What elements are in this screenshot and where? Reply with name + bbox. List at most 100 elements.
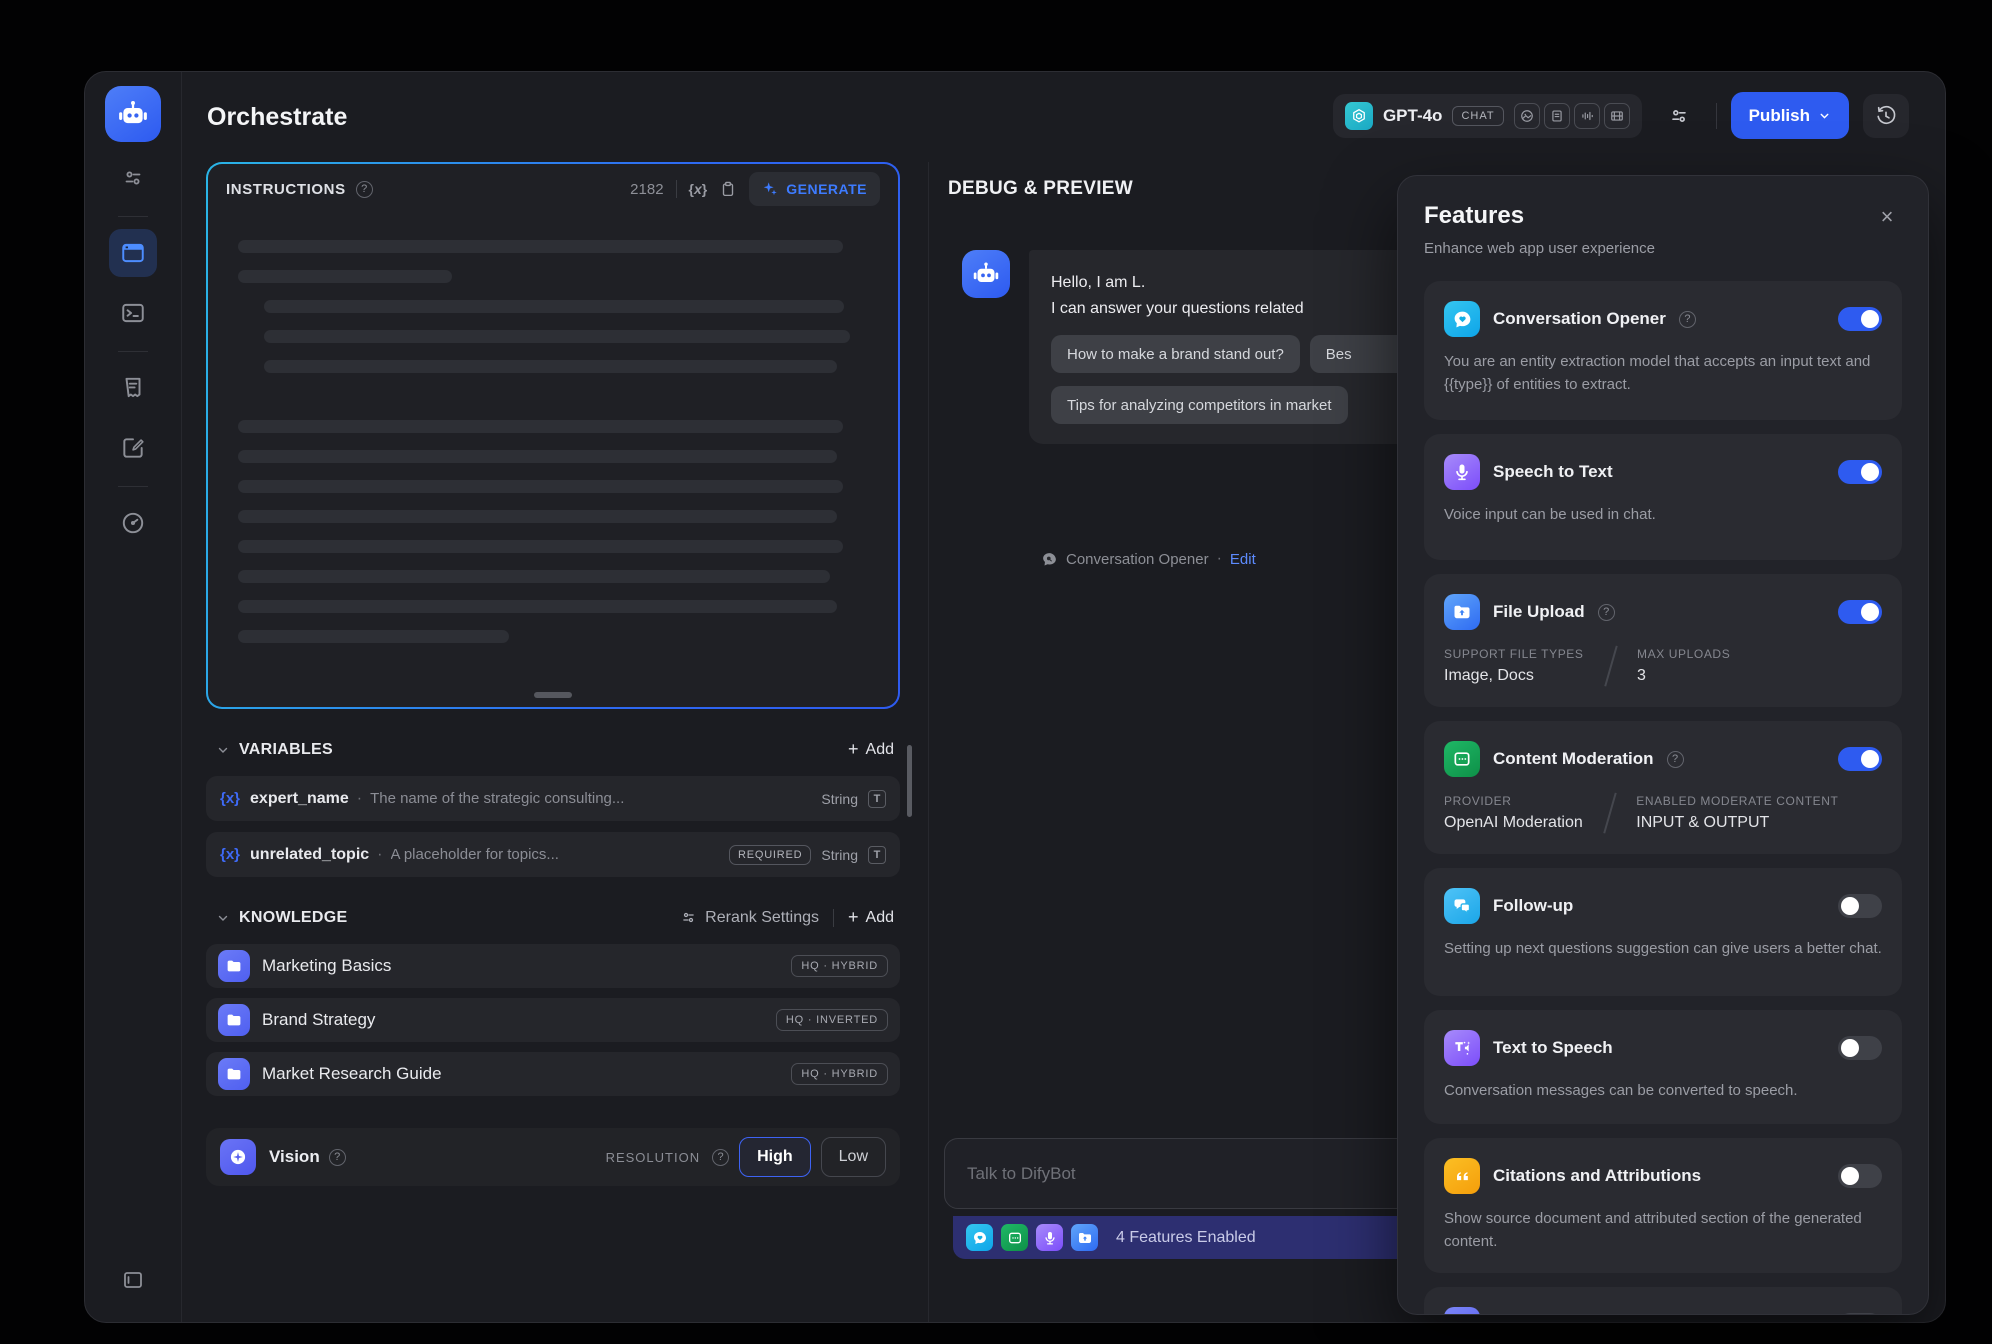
- video-capability-icon: [1604, 103, 1630, 129]
- knowledge-row[interactable]: Brand Strategy HQ · INVERTED: [206, 998, 900, 1042]
- feature-description: You are an entity extraction model that …: [1444, 350, 1882, 396]
- close-icon[interactable]: ×: [1872, 202, 1902, 232]
- chevron-down-icon[interactable]: [216, 743, 230, 757]
- resize-handle[interactable]: [534, 692, 572, 698]
- file-upload-icon: [1444, 594, 1480, 630]
- features-enabled-label: 4 Features Enabled: [1116, 1229, 1256, 1247]
- text-to-speech-toggle[interactable]: [1838, 1036, 1882, 1060]
- skeleton-line: [238, 600, 837, 613]
- feature-description: Show source document and attributed sect…: [1444, 1207, 1882, 1253]
- image-capability-icon: [1514, 103, 1540, 129]
- help-icon[interactable]: [1598, 604, 1615, 621]
- speech-to-text-toggle[interactable]: [1838, 460, 1882, 484]
- generate-button[interactable]: GENERATE: [749, 172, 880, 206]
- resolution-low-button[interactable]: Low: [821, 1137, 886, 1177]
- edit-square-icon: [120, 435, 146, 461]
- chevron-down-icon[interactable]: [216, 911, 230, 925]
- model-mode-badge: CHAT: [1452, 106, 1503, 126]
- conversation-opener-icon: [966, 1224, 993, 1251]
- model-name: GPT-4o: [1383, 106, 1443, 126]
- suggested-question-chip[interactable]: How to make a brand stand out?: [1051, 335, 1300, 373]
- vision-icon: [220, 1139, 256, 1175]
- content-moderation-toggle[interactable]: [1838, 747, 1882, 771]
- scrollbar-thumb[interactable]: [907, 745, 912, 817]
- publish-button[interactable]: Publish: [1731, 92, 1849, 139]
- file-upload-toggle[interactable]: [1838, 600, 1882, 624]
- feature-title: Citations and Attributions: [1493, 1166, 1701, 1186]
- features-panel: Features × Enhance web app user experien…: [1397, 175, 1929, 1315]
- collapse-sidebar-button[interactable]: [109, 1256, 157, 1304]
- history-clock-icon: [1875, 105, 1897, 127]
- knowledge-name: Market Research Guide: [262, 1064, 442, 1084]
- citations-toggle[interactable]: [1838, 1164, 1882, 1188]
- insert-variable-button[interactable]: {x}: [689, 181, 708, 197]
- sidebar-item-annotations[interactable]: [109, 424, 157, 472]
- page-title: Orchestrate: [207, 103, 347, 132]
- sidebar-item-app-preview[interactable]: [109, 229, 157, 277]
- text-type-icon: T: [868, 846, 886, 864]
- openai-logo-icon: [1345, 102, 1373, 130]
- skeleton-line: [238, 630, 509, 643]
- add-label: Add: [866, 741, 894, 759]
- skeleton-line: [264, 360, 837, 373]
- sidebar-item-logs[interactable]: [109, 364, 157, 412]
- rerank-settings-button[interactable]: Rerank Settings: [680, 909, 819, 927]
- knowledge-row[interactable]: Market Research Guide HQ · HYBRID: [206, 1052, 900, 1096]
- add-variable-button[interactable]: +Add: [848, 739, 894, 760]
- knowledge-badge: HQ · INVERTED: [776, 1009, 888, 1031]
- conversation-opener-toggle[interactable]: [1838, 307, 1882, 331]
- help-icon[interactable]: [712, 1149, 729, 1166]
- suggested-question-chip[interactable]: Tips for analyzing competitors in market: [1051, 386, 1348, 424]
- sidebar-item-terminal[interactable]: [109, 289, 157, 337]
- knowledge-name: Brand Strategy: [262, 1010, 375, 1030]
- variable-row[interactable]: unrelated_topic · A placeholder for topi…: [206, 832, 900, 877]
- copy-clipboard-button[interactable]: [719, 180, 737, 198]
- variables-title: VARIABLES: [239, 741, 333, 759]
- variable-type: String: [821, 791, 858, 807]
- edit-opener-link[interactable]: Edit: [1230, 551, 1256, 568]
- follow-up-toggle[interactable]: [1838, 894, 1882, 918]
- variable-name: unrelated_topic: [250, 846, 369, 864]
- follow-up-icon: [1444, 888, 1480, 924]
- feature-card-speech-to-text: Speech to Text Voice input can be used i…: [1424, 434, 1902, 560]
- help-icon[interactable]: [1679, 311, 1696, 328]
- knowledge-row[interactable]: Marketing Basics HQ · HYBRID: [206, 944, 900, 988]
- feature-card-file-upload: File Upload SUPPORT FILE TYPES Image, Do…: [1424, 574, 1902, 707]
- chevron-down-icon: [1818, 109, 1831, 122]
- skeleton-line: [238, 450, 837, 463]
- model-selector[interactable]: GPT-4o CHAT: [1333, 94, 1642, 138]
- app-logo[interactable]: [105, 86, 161, 142]
- feature-title: Text to Speech: [1493, 1038, 1613, 1058]
- sidebar-divider: [118, 486, 148, 487]
- document-capability-icon: [1544, 103, 1570, 129]
- text-type-icon: T: [868, 790, 886, 808]
- dot-separator: ·: [1217, 550, 1222, 568]
- header-actions: GPT-4o CHAT: [1333, 92, 1909, 139]
- feature-title: Speech to Text: [1493, 462, 1613, 482]
- help-icon[interactable]: [329, 1149, 346, 1166]
- document-log-icon: [120, 375, 146, 401]
- variable-name: expert_name: [250, 790, 349, 808]
- column-label: PROVIDER: [1444, 794, 1583, 808]
- knowledge-badge: HQ · HYBRID: [791, 1063, 888, 1085]
- variable-row[interactable]: expert_name · The name of the strategic …: [206, 776, 900, 821]
- model-settings-button[interactable]: [1656, 94, 1702, 138]
- version-history-button[interactable]: [1863, 94, 1909, 138]
- add-knowledge-button[interactable]: +Add: [848, 907, 894, 928]
- variable-icon: [220, 790, 240, 807]
- content-moderation-icon: [1001, 1224, 1028, 1251]
- feature-title: File Upload: [1493, 602, 1585, 622]
- sidebar-item-orchestrate-settings[interactable]: [109, 154, 157, 202]
- terminal-icon: [120, 300, 146, 326]
- gauge-icon: [120, 510, 146, 536]
- sparkles-icon: [762, 181, 778, 197]
- column-value: 3: [1637, 667, 1730, 685]
- annotation-reply-toggle[interactable]: [1838, 1313, 1882, 1315]
- generate-label: GENERATE: [786, 181, 867, 197]
- resolution-high-button[interactable]: High: [739, 1137, 811, 1177]
- instructions-card: INSTRUCTIONS 2182 {x} GENERATE: [206, 162, 900, 709]
- help-icon[interactable]: [356, 181, 373, 198]
- sidebar-item-monitoring[interactable]: [109, 499, 157, 547]
- help-icon[interactable]: [1667, 751, 1684, 768]
- file-upload-icon: [1071, 1224, 1098, 1251]
